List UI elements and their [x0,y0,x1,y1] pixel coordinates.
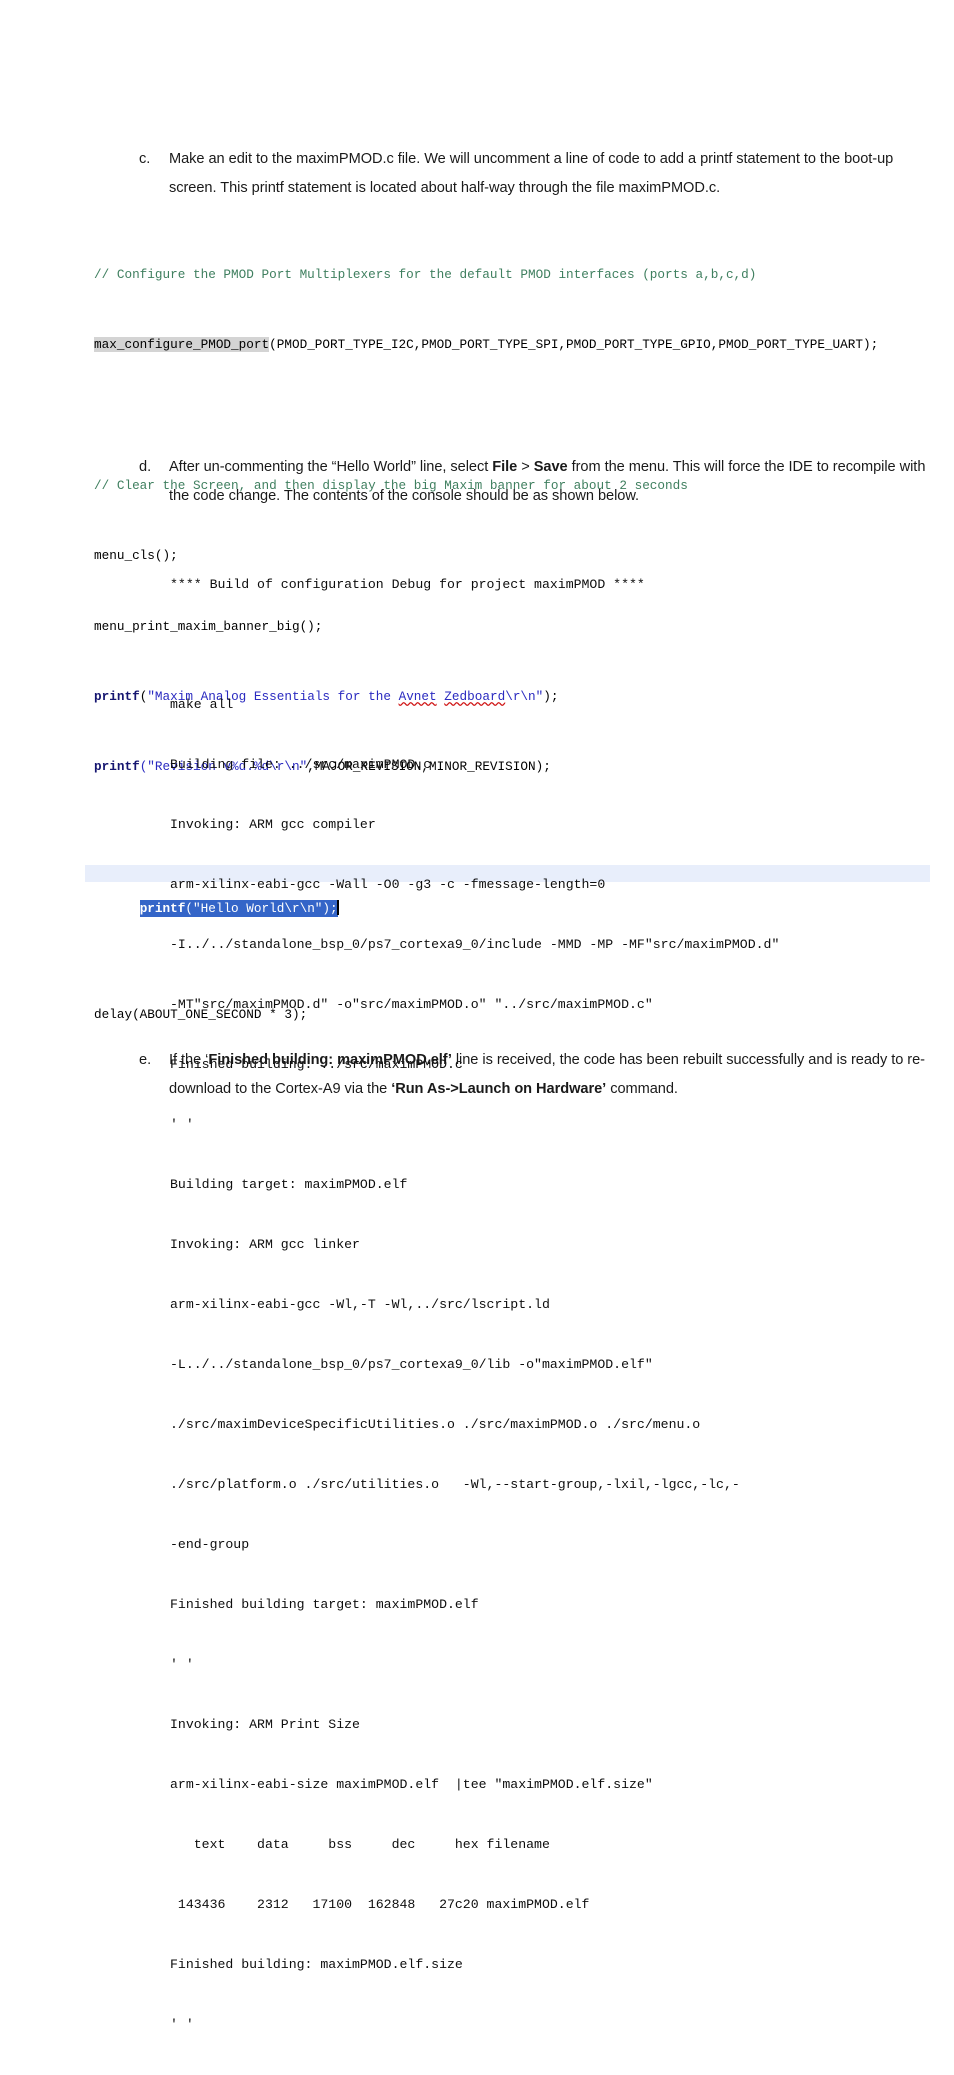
console-line: make all [170,697,234,712]
list-item-d-text: After un-commenting the “Hello World” li… [169,453,929,511]
console-line: Invoking: ARM gcc compiler [170,817,376,832]
item-e-part-1: If the ‘ [169,1052,209,1068]
console-line: -end-group [170,1537,250,1552]
code-blank-line-1 [94,407,934,425]
menu-save-label: Save [533,459,568,475]
list-item-e: e. If the ‘Finished building: maximPMOD.… [139,1046,929,1104]
list-marker-d: d. [139,459,152,475]
text-caret [336,899,339,915]
console-line: Invoking: ARM gcc linker [170,1237,360,1252]
list-item-c-text: Make an edit to the maximPMOD.c file. We… [169,151,894,196]
console-line: -I../../standalone_bsp_0/ps7_cortexa9_0/… [170,937,780,952]
console-line: ./src/maximDeviceSpecificUtilities.o ./s… [170,1417,701,1432]
console-line: Invoking: ARM Print Size [170,1717,360,1732]
console-line: Finished building: maximPMOD.elf.size [170,1957,463,1972]
console-line: ' ' [170,2017,194,2032]
list-item-d: d. After un-commenting the “Hello World”… [139,453,929,511]
console-line: ./src/platform.o ./src/utilities.o -Wl,-… [170,1477,740,1492]
console-line: arm-xilinx-eabi-size maximPMOD.elf |tee … [170,1777,653,1792]
run-as-launch-on-hardware-label: ‘Run As->Launch on Hardware’ [391,1081,607,1097]
code-line-comment-1: // Configure the PMOD Port Multiplexers … [94,266,757,282]
list-item-c: c. Make an edit to the maximPMOD.c file.… [139,145,929,203]
item-d-part-1: After un-commenting the “Hello World” li… [169,459,493,475]
code-args-pmod-port-types: (PMOD_PORT_TYPE_I2C,PMOD_PORT_TYPE_SPI,P… [269,337,879,353]
console-line: Finished building target: maximPMOD.elf [170,1597,479,1612]
console-line-size-headers: text data bss dec hex filename [170,1837,550,1852]
list-marker-e: e. [139,1052,152,1068]
console-line-size-values: 143436 2312 17100 162848 27c20 maximPMOD… [170,1897,590,1912]
console-output-block[interactable]: **** Build of configuration Debug for pr… [170,535,930,2075]
document-page: c. Make an edit to the maximPMOD.c file.… [0,0,954,2032]
code-line-max-configure: max_configure_PMOD_port(PMOD_PORT_TYPE_I… [94,336,934,354]
console-line: arm-xilinx-eabi-gcc -Wl,-T -Wl,../src/ls… [170,1297,550,1312]
console-line: Building file: ../src/maximPMOD.c [170,757,432,772]
menu-file-label: File [492,459,518,475]
occurrence-highlight-max-configure-pmod-port: max_configure_PMOD_port [94,337,270,353]
console-line: arm-xilinx-eabi-gcc -Wall -O0 -g3 -c -fm… [170,877,606,892]
item-d-part-2: > [517,459,534,475]
console-line: **** Build of configuration Debug for pr… [170,577,645,592]
list-item-e-text: If the ‘Finished building: maximPMOD.elf… [169,1046,929,1104]
console-line: Building target: maximPMOD.elf [170,1177,408,1192]
console-line: ' ' [170,1657,194,1672]
console-line: -MT"src/maximPMOD.d" -o"src/maximPMOD.o"… [170,997,653,1012]
selected-code-text[interactable]: printf("Hello World\r\n"); [139,899,338,917]
item-e-part-3: command. [606,1081,678,1097]
console-line: -L../../standalone_bsp_0/ps7_cortexa9_0/… [170,1357,653,1372]
finished-building-label: Finished building: maximPMOD.elf’ [208,1052,452,1068]
console-line: ' ' [170,1117,194,1132]
list-marker-c: c. [139,151,151,167]
